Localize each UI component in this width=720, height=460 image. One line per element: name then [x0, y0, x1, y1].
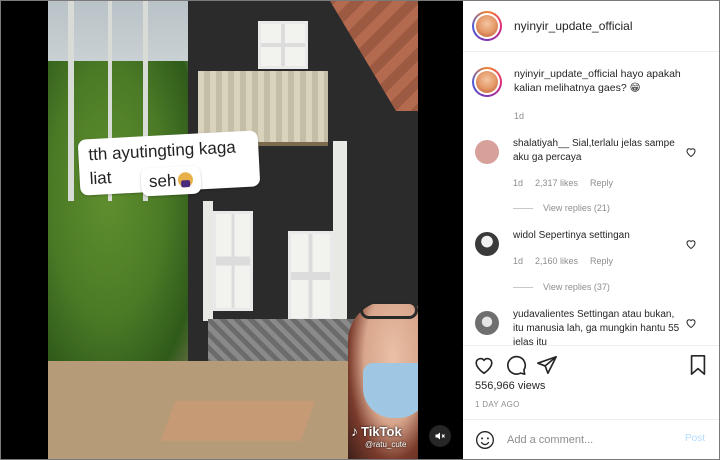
view-replies-button[interactable]: View replies (37)	[513, 282, 610, 292]
commenter-username-link[interactable]: yudavalientes	[513, 309, 574, 320]
caption-author-avatar[interactable]	[472, 67, 502, 97]
post-caption: nyinyir_update_official hayo apakah kali…	[472, 67, 709, 97]
video-text-sticker-2: seh	[140, 165, 203, 197]
like-comment-heart-icon[interactable]	[685, 238, 697, 250]
video-scene-window	[288, 231, 333, 321]
tiktok-note-icon: ♪	[351, 423, 358, 439]
views-count[interactable]: 556,966 views	[475, 380, 545, 392]
grin-emoji-icon: 😁	[629, 82, 641, 94]
author-avatar[interactable]	[472, 11, 502, 41]
view-replies-label: View replies (37)	[543, 282, 610, 292]
comment-reply-button[interactable]: Reply	[590, 256, 613, 266]
comment-likes-count[interactable]: 2,317 likes	[535, 178, 578, 188]
comment-composer: Post	[463, 419, 719, 459]
comment-text: Sepertinya settingan	[538, 230, 630, 241]
commenter-avatar[interactable]	[475, 140, 499, 164]
author-username-link[interactable]: nyinyir_update_official	[514, 19, 633, 33]
add-comment-input[interactable]	[507, 433, 677, 446]
tiktok-watermark: ♪ TikTok @ratu_cute	[351, 423, 406, 449]
video-scene-sunglasses	[360, 301, 418, 319]
tiktok-username: @ratu_cute	[365, 440, 407, 449]
post-comment-button[interactable]: Post	[685, 433, 705, 444]
comment-likes-count[interactable]: 2,160 likes	[535, 256, 578, 266]
commenter-username-link[interactable]: widol	[513, 230, 536, 241]
video-scene-post	[203, 201, 213, 321]
replies-dash	[513, 207, 533, 209]
like-comment-heart-icon[interactable]	[685, 317, 697, 329]
comment-timestamp[interactable]: 1d	[513, 178, 523, 188]
comment-reply-button[interactable]: Reply	[590, 178, 613, 188]
post-header: nyinyir_update_official	[463, 1, 719, 52]
view-replies-button[interactable]: View replies (21)	[513, 203, 610, 213]
comments-list[interactable]: nyinyir_update_official hayo apakah kali…	[463, 53, 719, 345]
comment-bubble-icon[interactable]	[505, 354, 527, 376]
video-scene-trunk	[68, 1, 74, 201]
post-sidebar: nyinyir_update_official nyinyir_update_o…	[463, 1, 719, 459]
save-bookmark-icon[interactable]	[687, 354, 709, 376]
caption-author-avatar-image	[476, 71, 498, 93]
video-text-line2: seh	[148, 170, 177, 192]
commenter-avatar[interactable]	[475, 311, 499, 335]
author-avatar-image	[476, 15, 498, 37]
video-player[interactable]	[48, 1, 418, 459]
like-comment-heart-icon[interactable]	[685, 146, 697, 158]
emoji-picker-icon[interactable]	[475, 430, 495, 450]
facepalm-emoji-icon	[177, 171, 194, 188]
replies-dash	[513, 286, 533, 288]
post-media: tth ayutingting kaga liat seh ♪ TikTok @…	[1, 1, 463, 459]
view-replies-label: View replies (21)	[543, 203, 610, 213]
tiktok-logo-text: TikTok	[361, 423, 402, 439]
commenter-avatar[interactable]	[475, 232, 499, 256]
post-date[interactable]: 1 DAY AGO	[475, 400, 520, 409]
post-actions: 556,966 views 1 DAY AGO	[463, 345, 719, 415]
like-heart-icon[interactable]	[473, 354, 495, 376]
commenter-username-link[interactable]: shalatiyah__	[513, 138, 569, 149]
share-paper-plane-icon[interactable]	[536, 354, 558, 376]
speaker-muted-icon	[435, 432, 445, 440]
caption-timestamp[interactable]: 1d	[514, 111, 524, 121]
comment-timestamp[interactable]: 1d	[513, 256, 523, 266]
video-scene-window	[258, 21, 308, 69]
mute-button[interactable]	[429, 425, 451, 447]
video-scene-post	[333, 141, 347, 341]
video-scene-low-wall	[160, 401, 316, 441]
video-scene-window	[213, 211, 253, 311]
caption-username-link[interactable]: nyinyir_update_official	[514, 68, 618, 80]
